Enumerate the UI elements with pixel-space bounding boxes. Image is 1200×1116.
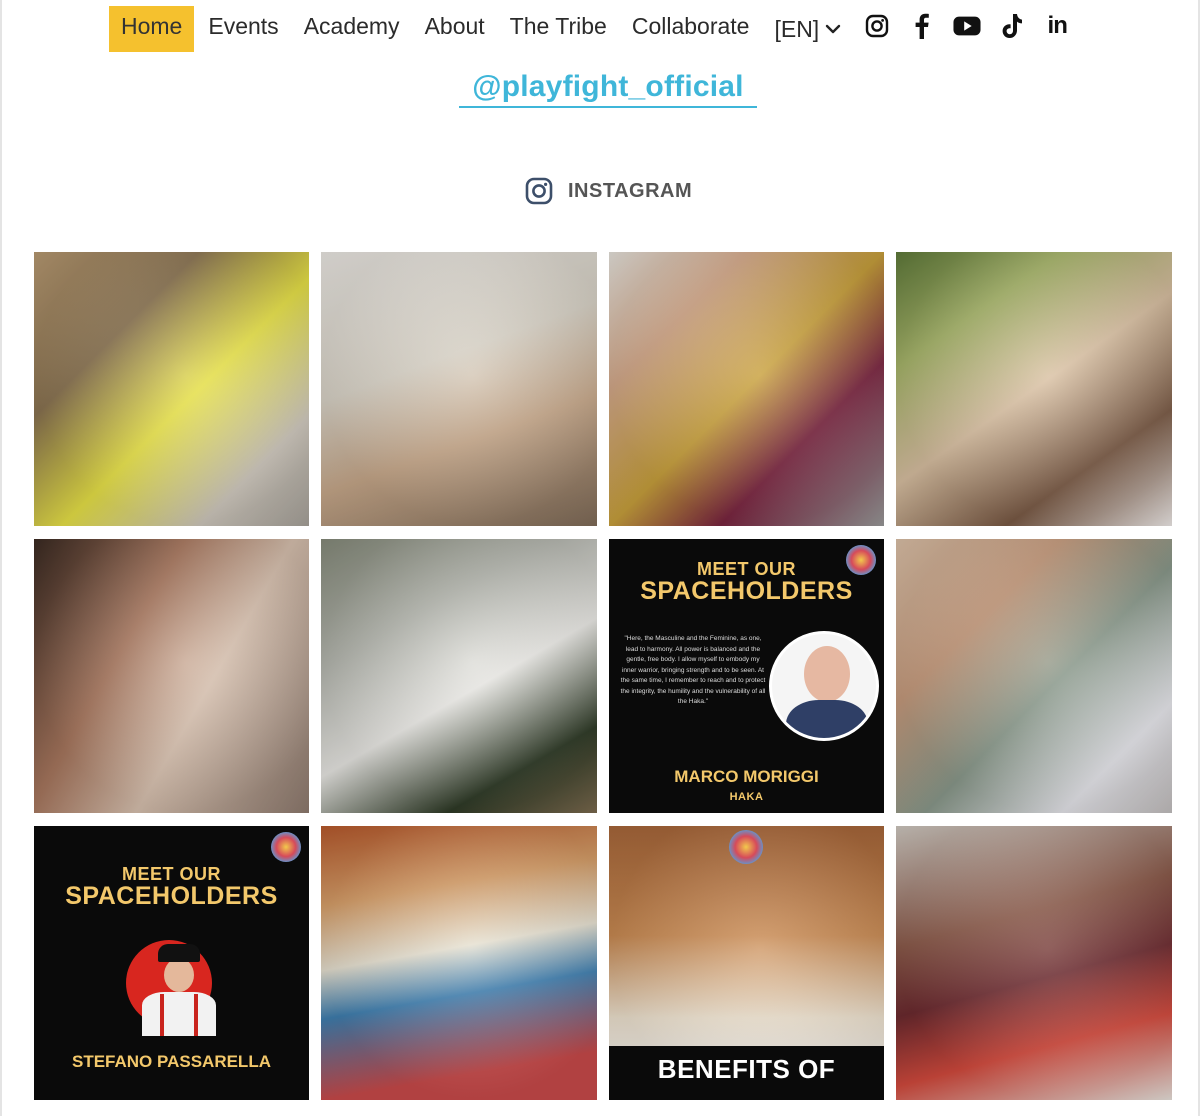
instagram-post[interactable]	[896, 252, 1172, 526]
language-label: [EN]	[774, 16, 820, 42]
instagram-post-spaceholder-stefano[interactable]: MEET OUR SPACEHOLDERS STEFANO PASSARELLA	[34, 826, 309, 1100]
instagram-icon	[525, 177, 553, 205]
nav-collaborate[interactable]: Collaborate	[632, 6, 750, 52]
instagram-feed-grid: MEET OUR SPACEHOLDERS "Here, the Masculi…	[34, 252, 1172, 1100]
chevron-down-icon	[826, 24, 841, 34]
instagram-post[interactable]	[34, 539, 309, 813]
language-selector[interactable]: [EN]	[774, 6, 841, 52]
nav-about[interactable]: About	[425, 6, 485, 52]
post-banner-text: BENEFITS OF	[657, 1054, 836, 1084]
post-quote: "Here, the Masculine and the Feminine, a…	[620, 635, 766, 705]
instagram-post[interactable]	[321, 826, 597, 1100]
social-links: in	[863, 6, 1088, 52]
instagram-post[interactable]	[609, 252, 884, 526]
instagram-label-text: INSTAGRAM	[568, 179, 693, 202]
playfight-logo	[271, 832, 301, 862]
post-banner: BENEFITS OF	[609, 1046, 884, 1100]
post-person-name: MARCO MORIGGI	[674, 767, 819, 786]
nav-academy[interactable]: Academy	[304, 6, 400, 52]
post-person-subtitle: HAKA	[729, 791, 764, 803]
instagram-handle-link[interactable]: @playfight_official	[459, 70, 757, 108]
instagram-post[interactable]	[321, 539, 597, 813]
instagram-post[interactable]	[896, 826, 1172, 1100]
instagram-post[interactable]	[896, 539, 1172, 813]
instagram-post-spaceholder-marco[interactable]: MEET OUR SPACEHOLDERS "Here, the Masculi…	[609, 539, 884, 813]
main-nav: Home Events Academy About The Tribe Coll…	[109, 6, 1088, 52]
instagram-icon[interactable]	[863, 12, 891, 40]
instagram-post[interactable]	[321, 252, 597, 526]
playfight-logo	[729, 830, 763, 864]
nav-events[interactable]: Events	[208, 6, 278, 52]
instagram-section-label: INSTAGRAM	[524, 176, 692, 206]
instagram-post-benefits[interactable]: BENEFITS OF	[609, 826, 884, 1100]
nav-home[interactable]: Home	[109, 6, 195, 52]
youtube-icon[interactable]	[953, 12, 981, 40]
instagram-post[interactable]	[34, 252, 309, 526]
avatar	[134, 944, 224, 1036]
post-title: SPACEHOLDERS	[640, 577, 853, 605]
post-person-name: STEFANO PASSARELLA	[72, 1052, 271, 1071]
facebook-icon[interactable]	[908, 12, 936, 40]
avatar	[769, 631, 879, 741]
tiktok-icon[interactable]	[998, 12, 1026, 40]
nav-the-tribe[interactable]: The Tribe	[510, 6, 607, 52]
post-title: SPACEHOLDERS	[65, 882, 278, 910]
linkedin-icon[interactable]: in	[1043, 12, 1071, 40]
